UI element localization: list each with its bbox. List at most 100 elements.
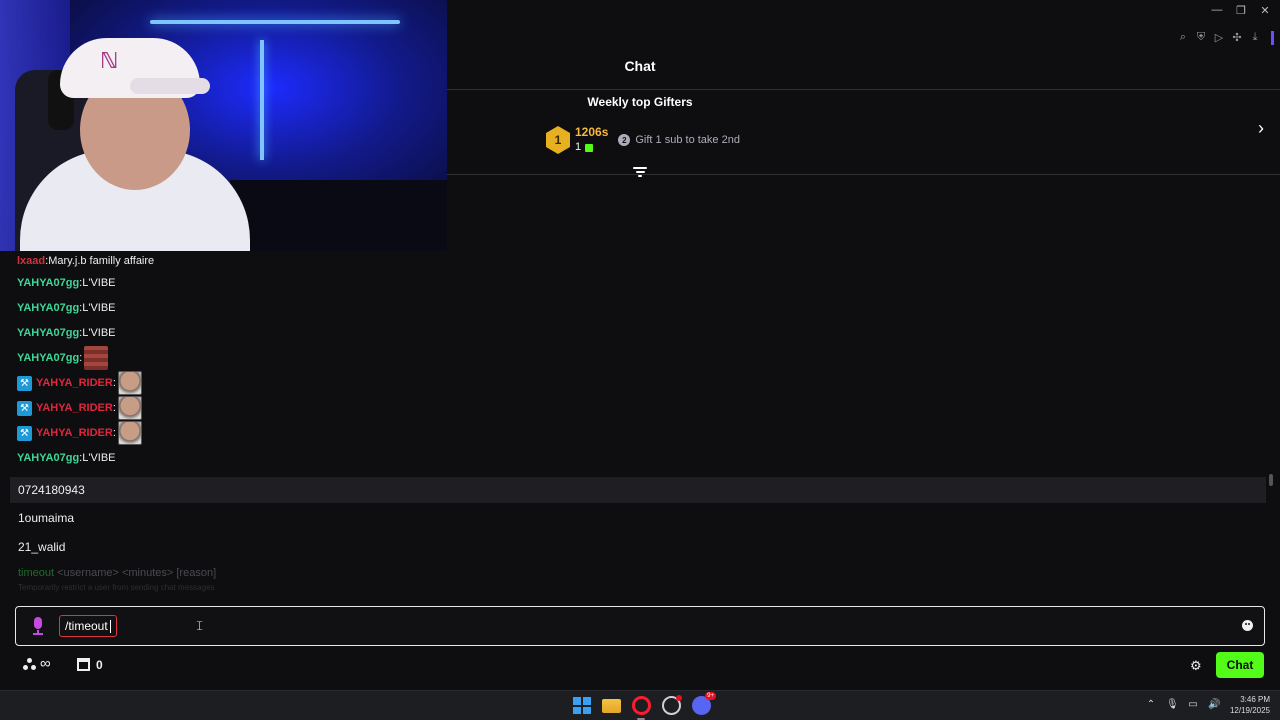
next-gift-hint: 2 Gift 1 sub to take 2nd [618,134,740,146]
restore-icon[interactable]: ❐ [1234,4,1248,17]
chat-username[interactable]: YAHYA_RIDER [36,377,113,389]
browser-extension-icons: ⌕ ⛨ ▷ ✣ ⤓ [1177,31,1261,45]
chat-input[interactable]: /timeout 𝙸 [15,606,1265,646]
moderator-badge-icon[interactable]: ⚒ [17,425,32,441]
gifter-divider [447,174,1280,175]
chat-title: Chat [624,58,656,74]
video-cap-brim [130,78,210,94]
gift-count-value: 1 [575,141,582,153]
volume-icon[interactable]: 🔊 [1208,699,1220,710]
store-icon[interactable] [77,658,90,671]
chat-message: YAHYA07gg: L'VIBE [17,323,116,343]
face-emote-icon[interactable] [117,371,142,395]
rank-badge: 1 [546,126,570,154]
opera-browser-icon[interactable] [632,696,651,715]
gifter-count: 1 [575,140,608,155]
chat-username[interactable]: YAHYA07gg [17,302,79,314]
chat-username[interactable]: YAHYA07gg [17,452,79,464]
video-neon-strip-vertical [260,40,264,160]
text-caret [109,619,111,633]
shield-icon[interactable]: ⛨ [1195,31,1207,45]
chat-username[interactable]: YAHYA07gg [17,352,79,364]
clock[interactable]: 3:46 PM 12/19/2025 [1230,694,1270,716]
chat-message: YAHYA07gg: L'VIBE [17,273,116,293]
zoom-icon[interactable]: ⌕ [1177,31,1189,45]
points-icon[interactable] [23,658,37,672]
face-emote-icon[interactable] [117,421,142,445]
chat-separator: : [112,377,116,389]
close-icon[interactable]: ✕ [1258,4,1272,17]
chat-send-button[interactable]: Chat [1216,652,1264,678]
moderator-badge-icon[interactable]: ⚒ [17,375,32,391]
windows-start-icon[interactable] [572,696,591,715]
clock-date: 12/19/2025 [1229,706,1270,715]
taskbar-apps: 9+ [572,692,716,715]
play-icon[interactable]: ▷ [1213,31,1225,45]
infinity-icon[interactable]: ∞ [40,655,51,672]
chevron-up-icon[interactable]: ⌃ [1145,699,1157,710]
minimize-icon[interactable]: — [1210,4,1224,17]
chat-message-text: L'VIBE [82,277,116,289]
command-hint-args: <username> <minutes> [reason] [54,567,217,579]
kick-chat-app: ℕ — ❐ ✕ ⌕ ⛨ ▷ ✣ ⤓ Chat Weekly top Gifter… [0,0,1280,690]
file-explorer-icon[interactable] [602,696,621,715]
ibeam-cursor-icon: 𝙸 [195,618,205,633]
chat-username[interactable]: YAHYA_RIDER [36,427,113,439]
chevron-right-icon[interactable]: › [1258,119,1274,137]
moderator-badge-icon[interactable]: ⚒ [17,400,32,416]
gear-icon[interactable]: ⚙ [1190,658,1202,674]
suggestion-item[interactable]: 1oumaima [10,505,1266,531]
video-neon-strip [150,20,400,24]
stream-video[interactable]: ℕ [0,0,447,251]
chat-message: YAHYA07gg: L'VIBE [17,298,116,318]
microphone-tray-icon[interactable]: 🎙 [1166,699,1179,710]
command-hint-description: Temporarily restrict a user from sending… [18,583,215,592]
chat-message-text: L'VIBE [82,452,116,464]
chat-message: lxaad: Mary.j.b familly affaire [17,251,154,271]
chat-separator: : [79,352,83,364]
chat-message: YAHYA07gg: L'VIBE [17,448,116,468]
suggestion-item[interactable]: 21_walid [10,534,1266,560]
face-emote-icon[interactable] [117,396,142,420]
username-suggestions: 0724180943 1oumaima 21_walid timeout <us… [10,474,1266,598]
brick-emote-icon[interactable] [84,346,109,370]
chat-message-text: L'VIBE [82,327,116,339]
emoji-icon[interactable] [1242,620,1253,631]
chat-message-text: L'VIBE [82,302,116,314]
system-tray: ⌃ 🎙 ▭ 🔊 [1145,699,1221,710]
chat-separator: : [112,402,116,414]
microphone-icon[interactable] [32,617,44,635]
chat-username[interactable]: lxaad [17,255,45,267]
puzzle-icon[interactable]: ✣ [1231,31,1243,45]
chat-username[interactable]: YAHYA07gg [17,327,79,339]
chatgpt-icon[interactable] [662,695,682,715]
chat-username[interactable]: YAHYA_RIDER [36,402,113,414]
collapse-icon[interactable] [633,167,647,179]
gifter-info: 1206s 1 [575,125,608,155]
download-icon[interactable]: ⤓ [1249,31,1261,45]
command-chip[interactable]: /timeout [59,615,117,637]
gifter-name[interactable]: 1206s [575,125,608,140]
suggestion-item[interactable]: 0724180943 [10,477,1266,503]
command-text: /timeout [65,619,108,633]
discord-badge: 9+ [705,692,716,700]
network-icon[interactable]: ▭ [1187,699,1199,710]
discord-icon[interactable]: 9+ [692,692,716,715]
chat-message-text: Mary.j.b familly affaire [48,255,155,267]
next-gift-text: Gift 1 sub to take 2nd [635,134,740,146]
window-controls: — ❐ ✕ [1210,4,1272,17]
chat-message: YAHYA07gg: [17,346,109,370]
clock-time: 3:46 PM [1240,695,1270,704]
chat-message: ⚒ YAHYA_RIDER: [17,396,142,420]
chat-message: ⚒ YAHYA_RIDER: [17,421,142,445]
chat-username[interactable]: YAHYA07gg [17,277,79,289]
video-desk [230,180,447,251]
header-divider [447,89,1280,90]
chat-separator: : [112,427,116,439]
points-count: 0 [96,658,103,672]
gifters-title: Weekly top Gifters [587,95,693,109]
video-cap-logo: ℕ [100,48,119,73]
scrollbar[interactable] [1269,474,1273,486]
windows-taskbar: 9+ ⌃ 🎙 ▭ 🔊 3:46 PM 12/19/2025 [0,690,1280,720]
top-gifter[interactable]: 1 1206s 1 2 Gift 1 sub to take 2nd [546,124,740,156]
